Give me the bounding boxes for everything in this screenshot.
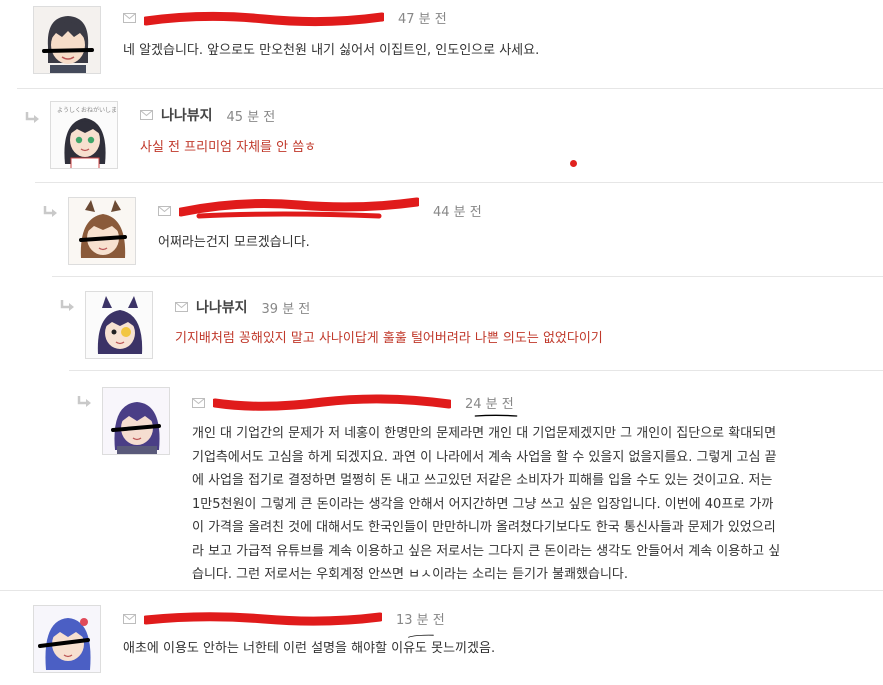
comment-time: 44 분 전 (433, 205, 482, 220)
comment-body: 네 알겠습니다. 앞으로도 만오천원 내기 싫어서 이집트인, 인도인으로 사세… (123, 43, 540, 58)
envelope-icon[interactable] (192, 397, 205, 408)
comment-time: 24 분 전 (465, 393, 518, 417)
comment-time: 47 분 전 (398, 12, 447, 27)
comment-body-line: 라 보고 가급적 유튜브를 계속 이용하고 싶은 저로서는 그다지 큰 돈이라는… (192, 543, 781, 559)
avatar[interactable] (33, 6, 101, 74)
comment-body: 어쩌라는건지 모르겠습니다. (158, 235, 310, 250)
comment-meta: 24 분 전 (192, 393, 518, 417)
comment-body-line: 1만5천원이 그렇게 큰 돈이라는 생각을 안해서 어지간하면 그냥 쓰고 싶은… (192, 496, 774, 512)
comment-body: 사실 전 프리미엄 자체를 안 씀ㅎ (140, 140, 317, 155)
comment-2: ようしくおねがいします 나나뷰지 45 분 전 사실 전 프리미엄 자체를 안 … (17, 88, 883, 182)
avatar[interactable] (102, 387, 170, 455)
envelope-icon[interactable] (140, 110, 153, 120)
avatar[interactable] (33, 605, 101, 673)
comment-body: 기지배처럼 꽁해있지 말고 사나이답게 훌훌 털어버려라 나쁜 의도는 없었다이… (175, 331, 603, 346)
reply-arrow-icon (60, 299, 76, 313)
red-dot-mark (570, 160, 577, 167)
envelope-icon[interactable] (123, 613, 136, 624)
envelope-icon[interactable] (175, 302, 188, 312)
comment-meta: 나나뷰지 39 분 전 (175, 297, 310, 317)
handwritten-underline (474, 414, 518, 417)
comment-body-line: 이 가격을 올려친 것에 대해서도 한국인들이 만만하니까 올려쳤다기보다도 한… (192, 520, 776, 535)
redacted-nickname (144, 611, 382, 626)
avatar[interactable] (68, 197, 136, 265)
comment-nickname[interactable]: 나나뷰지 (161, 105, 213, 125)
envelope-icon[interactable] (158, 205, 171, 216)
comment-5: 24 분 전 개인 대 기업간의 문제가 저 네홍이 한명만의 문제라면 개인 … (69, 370, 883, 590)
comment-time: 13 분 전 (396, 609, 445, 638)
comment-meta: 44 분 전 (158, 197, 482, 220)
comment-meta: 47 분 전 (123, 8, 447, 27)
comment-6: 13 분 전 애초에 이용도 안하는 너한테 이런 설명을 해야할 이유도 못느… (0, 590, 883, 685)
comment-body-line: 개인 대 기업간의 문제가 저 네홍이 한명만의 문제라면 개인 대 기업문제겠… (192, 426, 777, 441)
redacted-nickname (179, 197, 419, 218)
avatar[interactable] (85, 291, 153, 359)
comment-nickname[interactable]: 나나뷰지 (196, 297, 248, 317)
comment-body: 개인 대 기업간의 문제가 저 네홍이 한명만의 문제라면 개인 대 기업문제겠… (192, 422, 780, 587)
envelope-icon[interactable] (123, 12, 136, 23)
redacted-nickname (144, 11, 384, 26)
comment-body-line: 에 사업을 접기로 결정하면 멀쩡히 돈 내고 쓰고있던 저같은 소비자가 피해… (192, 473, 773, 488)
comment-time: 45 분 전 (226, 109, 276, 125)
comment-body: 애초에 이용도 안하는 너한테 이런 설명을 해야할 이유도 못느끼겠음. (123, 641, 496, 656)
comment-3: 44 분 전 어쩌라는건지 모르겠습니다. (35, 182, 883, 276)
reply-arrow-icon (43, 205, 59, 219)
reply-arrow-icon (25, 111, 41, 125)
avatar[interactable]: ようしくおねがいします (50, 101, 118, 169)
comment-meta: 나나뷰지 45 분 전 (140, 105, 275, 125)
comment-body-line: 습니다. 그런 저로서는 우회계정 안쓰면 ㅂㅅ이라는 소리는 듣기가 불쾌했습… (192, 567, 629, 582)
svg-text:ようしくおねがいします: ようしくおねがいします (57, 106, 118, 114)
comment-1: 47 분 전 네 알겠습니다. 앞으로도 만오천원 내기 싫어서 이집트인, 인… (0, 0, 883, 88)
redacted-nickname (213, 393, 451, 411)
comment-meta: 13 분 전 (123, 609, 445, 638)
comment-body-line: 기업측에서도 고심을 하게 되겠지요. 과연 이 나라에서 계속 사업을 할 수… (192, 449, 777, 465)
comment-4: 나나뷰지 39 분 전 기지배처럼 꽁해있지 말고 사나이답게 훌훌 털어버려라… (52, 276, 883, 370)
reply-arrow-icon (77, 395, 93, 409)
comment-time: 39 분 전 (261, 301, 311, 317)
